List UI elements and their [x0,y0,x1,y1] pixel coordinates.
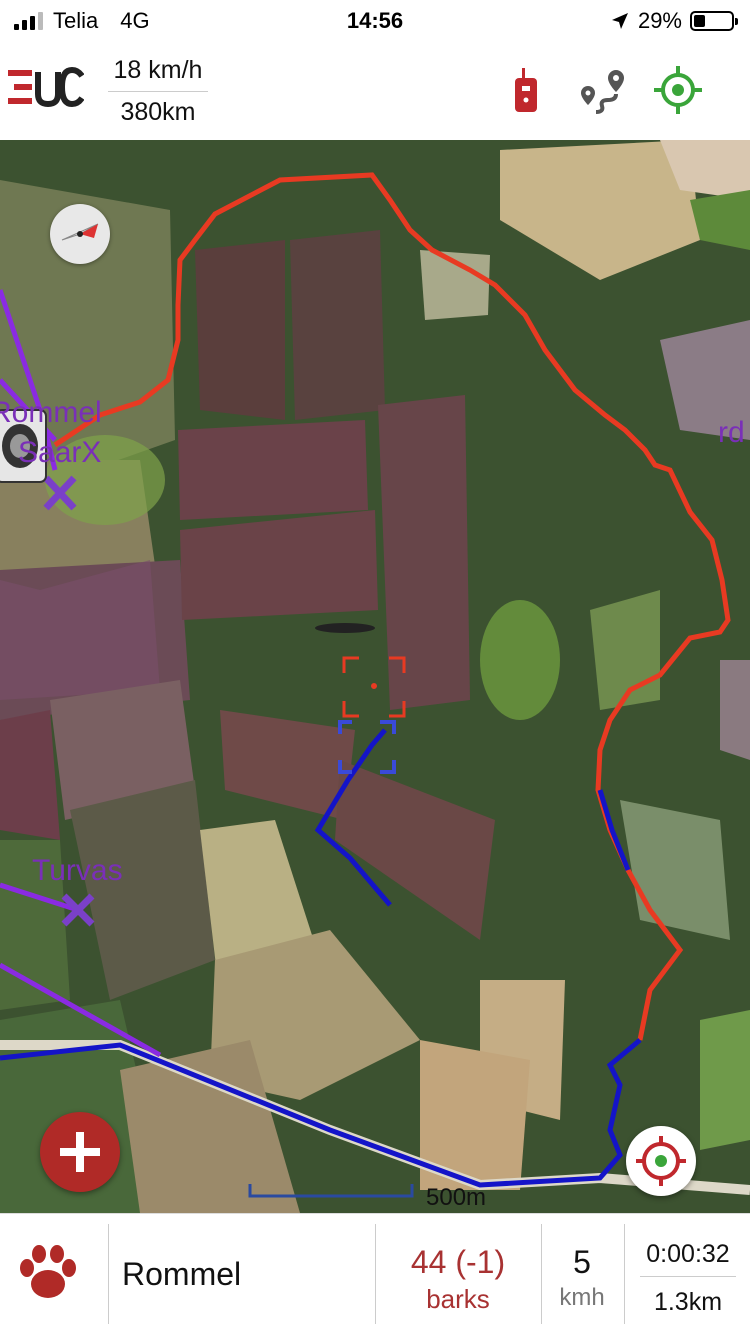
compass-icon [61,223,99,241]
dog-distance: 1.3km [653,1288,723,1316]
status-right: 29% [610,8,738,34]
map-label-turvas: Turvas [32,854,123,887]
speed-readout: 18 km/h [113,56,203,84]
header-stats: 18 km/h 380km [108,56,208,127]
barks-count: 44 (-1) [410,1244,506,1280]
map-view[interactable]: Rommel SaarX Turvas rd 500m [0,140,750,1213]
divider [108,1224,109,1324]
locate-icon[interactable] [652,64,704,116]
map-label-edge: rd [718,416,745,449]
plus-icon [60,1132,100,1172]
map-label-saarx: SaarX [18,436,102,469]
stats-divider [108,91,208,92]
barks-label: barks [426,1284,490,1314]
scale-label: 500m [426,1184,487,1211]
map-label-rommel: Rommel [0,396,102,429]
location-arrow-icon [611,13,628,29]
compass-button[interactable] [50,204,110,264]
scale-bar [248,1184,414,1198]
center-location-button[interactable] [626,1126,696,1196]
distance-readout: 380km [120,98,196,126]
crosshair-icon [636,1136,686,1186]
euc-logo[interactable] [8,62,84,112]
dog-speed-unit: kmh [559,1284,605,1311]
radio-icon[interactable] [500,64,552,116]
battery-percent: 29% [637,8,682,33]
time-divider [640,1276,736,1277]
bottom-info-bar: Rommel 44 (-1) barks 5 kmh 0:00:32 1.3km [0,1213,750,1335]
divider [624,1224,625,1324]
elapsed-time: 0:00:32 [646,1240,730,1268]
dog-speed-value: 5 [573,1244,591,1280]
add-waypoint-button[interactable] [40,1112,120,1192]
paw-icon[interactable] [14,1238,82,1306]
battery-icon [690,11,738,31]
satellite-imagery [0,140,750,1213]
route-icon[interactable] [576,64,628,116]
app-header: 18 km/h 380km [0,40,750,140]
selected-dog-name[interactable]: Rommel [122,1256,241,1293]
status-bar: Telia 4G 14:56 29% [0,0,750,40]
